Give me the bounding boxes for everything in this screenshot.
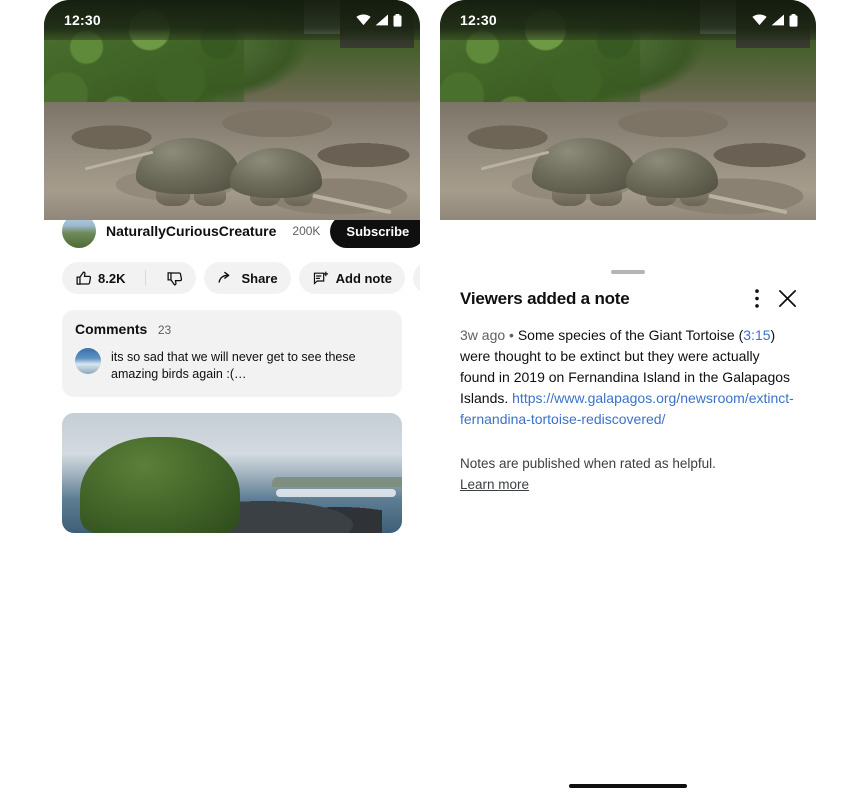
learn-more-link[interactable]: Learn more <box>460 475 529 496</box>
add-note-button[interactable]: Add note <box>298 262 405 295</box>
comments-section[interactable]: Comments 23 its so sad that we will neve… <box>62 310 402 397</box>
add-note-label: Add note <box>335 270 392 286</box>
status-bar: 12:30 <box>44 0 420 40</box>
cellular-signal-icon <box>375 14 389 26</box>
note-text-before: Some species of the Giant Tortoise ( <box>517 327 744 343</box>
sheet-footer: Notes are published when rated as helpfu… <box>440 430 816 496</box>
battery-icon <box>393 13 402 27</box>
sheet-header-actions <box>755 288 798 309</box>
gesture-nav-pill[interactable] <box>569 784 687 788</box>
note-bottom-sheet: Viewers added a note 3w ago • Some speci… <box>440 262 816 800</box>
status-icons <box>356 13 402 27</box>
top-comment-row[interactable]: its so sad that we will never get to see… <box>75 348 389 384</box>
thumbs-up-icon <box>75 270 92 287</box>
screenshot-stage: 12:30 15 Extinct animals you should know… <box>0 0 860 800</box>
like-dislike-chip[interactable]: 8.2K <box>62 262 197 295</box>
sheet-body: 3w ago • Some species of the Giant Torto… <box>440 309 816 430</box>
like-button[interactable]: 8.2K <box>62 262 138 294</box>
chip-divider <box>145 270 147 287</box>
cellular-signal-icon <box>771 14 785 26</box>
thumbs-down-icon <box>166 270 183 287</box>
video-timestamp-link[interactable]: 3:15 <box>743 327 770 343</box>
commenter-avatar <box>75 348 101 375</box>
left-phone-frame: 12:30 15 Extinct animals you should know… <box>44 0 420 800</box>
sheet-title: Viewers added a note <box>460 288 630 308</box>
note-separator: • <box>509 327 514 343</box>
coastline-strip <box>272 476 402 487</box>
comments-heading: Comments <box>75 321 148 338</box>
comments-count: 23 <box>157 323 172 338</box>
coastal-shrub <box>80 436 240 533</box>
gesture-nav-bar <box>440 784 816 788</box>
battery-icon <box>789 13 798 27</box>
note-timestamp-ago: 3w ago <box>460 327 506 343</box>
action-chips-row[interactable]: 8.2K Share Add note <box>44 248 420 295</box>
kebab-menu-icon[interactable] <box>755 289 759 308</box>
wifi-icon <box>356 14 371 26</box>
subscriber-count: 200K <box>292 224 321 239</box>
status-clock: 12:30 <box>460 12 497 28</box>
share-label: Share <box>241 270 278 286</box>
comments-header: Comments 23 <box>75 321 389 339</box>
share-button[interactable]: Share <box>204 262 291 295</box>
right-phone-frame: 12:30 Viewers added a note 3w ago • Some… <box>440 0 816 800</box>
next-video-thumbnail[interactable] <box>62 412 402 533</box>
note-footer-text: Notes are published when rated as helpfu… <box>460 456 716 471</box>
dislike-button[interactable] <box>153 262 196 294</box>
sheet-header: Viewers added a note <box>440 274 816 309</box>
wifi-icon <box>752 14 767 26</box>
note-paragraph: 3w ago • Some species of the Giant Torto… <box>460 325 796 430</box>
comment-text: its so sad that we will never get to see… <box>111 350 356 382</box>
add-note-icon <box>312 270 329 287</box>
status-icons <box>752 13 798 27</box>
status-clock: 12:30 <box>64 12 101 28</box>
close-icon[interactable] <box>777 288 798 309</box>
channel-name[interactable]: NaturallyCuriousCreature <box>106 223 276 239</box>
save-button[interactable]: Sa <box>412 262 420 295</box>
like-count: 8.2K <box>98 270 126 286</box>
status-bar-right: 12:30 <box>440 0 816 40</box>
share-arrow-icon <box>217 270 234 287</box>
